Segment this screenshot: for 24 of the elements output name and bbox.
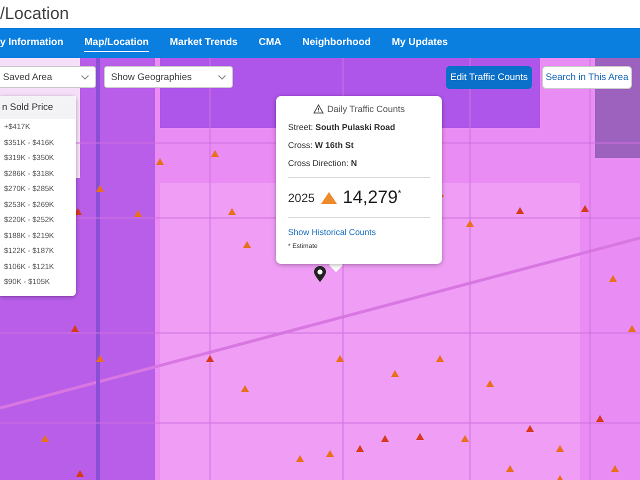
nav-tab[interactable]: My Updates xyxy=(392,34,448,52)
popup-field: Street: South Pulaski Road xyxy=(288,122,430,132)
page-title: /Location xyxy=(0,4,69,24)
nav-tab[interactable]: Map/Location xyxy=(84,34,149,52)
nav-tab[interactable]: Market Trends xyxy=(170,34,238,52)
nav-tab[interactable]: y Information xyxy=(0,34,64,52)
nav-tab[interactable]: CMA xyxy=(258,34,282,52)
count-year: 2025 xyxy=(288,190,315,204)
popup-field: Cross: W 16th St xyxy=(288,140,430,150)
warning-icon xyxy=(313,104,324,114)
edit-traffic-button[interactable]: Edit Traffic Counts xyxy=(446,66,532,89)
popup-title: Daily Traffic Counts xyxy=(327,104,405,114)
triangle-icon xyxy=(320,192,337,204)
traffic-count: 14,279$^{*}$ xyxy=(342,187,402,208)
chevron-icon xyxy=(218,74,226,80)
nav-tab[interactable]: Neighborhood xyxy=(302,34,371,52)
popup-field: Cross Direction: N xyxy=(288,158,430,168)
geographies-dropdown[interactable]: Show Geographies xyxy=(104,66,233,88)
chevron-icon xyxy=(81,74,89,80)
legend-title: n Sold Price xyxy=(0,96,76,119)
map-pin-icon[interactable] xyxy=(314,266,326,282)
historical-counts-link[interactable]: Show Historical Counts xyxy=(288,227,430,237)
search-area-button[interactable]: Search in This Area xyxy=(542,66,632,89)
saved-area-dropdown[interactable]: Saved Area xyxy=(0,66,96,88)
